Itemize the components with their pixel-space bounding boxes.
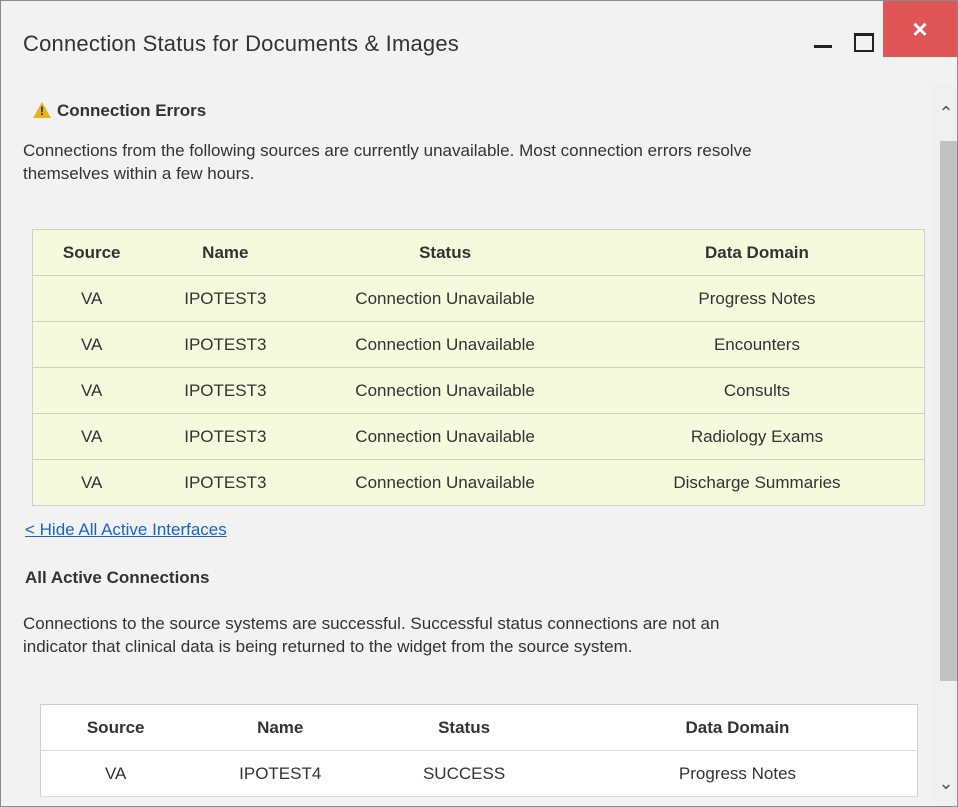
column-header-source: Source — [62, 242, 121, 262]
cell-data-domain: Consults — [723, 380, 791, 400]
table-row: VA IPOTEST3 Connection Unavailable Disch… — [33, 460, 925, 506]
connection-errors-table: Source Name Status Data Domain VA IPOTES… — [32, 229, 925, 506]
column-header-data-domain: Data Domain — [685, 717, 790, 737]
connection-errors-description: Connections from the following sources a… — [23, 139, 752, 185]
table-row: VA IPOTEST4 SUCCESS Progress Notes — [40, 751, 918, 797]
column-header-source: Source — [86, 717, 145, 737]
cell-name: IPOTEST4 — [239, 763, 322, 783]
active-connections-description-line1: Connections to the source systems are su… — [23, 614, 720, 633]
active-connections-description-line2: indicator that clinical data is being re… — [23, 637, 633, 656]
cell-source: VA — [104, 763, 127, 783]
column-header-status: Status — [419, 242, 472, 262]
connection-errors-description-line2: themselves within a few hours. — [23, 164, 255, 183]
close-button[interactable]: × — [883, 1, 957, 57]
active-connections-description: Connections to the source systems are su… — [23, 612, 719, 658]
column-header-name: Name — [202, 242, 249, 262]
cell-data-domain: Discharge Summaries — [673, 472, 841, 492]
cell-data-domain: Radiology Exams — [690, 426, 824, 446]
column-header-data-domain: Data Domain — [704, 242, 809, 262]
cell-name: IPOTEST3 — [184, 334, 267, 354]
column-header-name: Name — [257, 717, 304, 737]
minimize-button[interactable] — [806, 25, 840, 59]
hide-active-interfaces-link[interactable]: < Hide All Active Interfaces — [25, 520, 227, 540]
cell-status: Connection Unavailable — [355, 472, 535, 492]
connection-errors-heading: Connection Errors — [33, 101, 206, 121]
cell-data-domain: Progress Notes — [698, 288, 816, 308]
table-header-row: Source Name Status Data Domain — [32, 230, 925, 276]
table-header-row: Source Name Status Data Domain — [40, 705, 918, 751]
cell-source: VA — [80, 380, 103, 400]
scrollbar-thumb[interactable] — [940, 141, 957, 681]
window-title: Connection Status for Documents & Images — [23, 31, 459, 56]
scroll-up-icon[interactable]: ⌃ — [936, 103, 956, 123]
cell-source: VA — [80, 334, 103, 354]
cell-name: IPOTEST3 — [184, 380, 267, 400]
warning-icon — [33, 102, 51, 118]
cell-status: Connection Unavailable — [355, 288, 535, 308]
table-row: VA IPOTEST3 Connection Unavailable Encou… — [32, 322, 925, 368]
maximize-button[interactable] — [846, 25, 880, 59]
table-row: VA IPOTEST3 Connection Unavailable Progr… — [32, 276, 925, 322]
connection-errors-heading-text: Connection Errors — [57, 101, 207, 120]
cell-name: IPOTEST3 — [184, 288, 267, 308]
column-header-status: Status — [438, 717, 491, 737]
close-icon: × — [912, 13, 928, 44]
connection-status-window: Connection Status for Documents & Images… — [0, 0, 958, 807]
cell-name: IPOTEST3 — [184, 472, 267, 492]
active-connections-table: Source Name Status Data Domain VA IPOTES… — [40, 704, 918, 797]
table-row: VA IPOTEST3 Connection Unavailable Radio… — [32, 414, 925, 460]
cell-status: Connection Unavailable — [355, 426, 535, 446]
cell-source: VA — [80, 472, 103, 492]
connection-errors-description-line1: Connections from the following sources a… — [23, 141, 752, 160]
table-row: VA IPOTEST3 Connection Unavailable Consu… — [32, 368, 925, 414]
cell-source: VA — [80, 426, 103, 446]
title-bar[interactable]: Connection Status for Documents & Images… — [1, 1, 957, 83]
cell-status: Connection Unavailable — [355, 334, 535, 354]
cell-data-domain: Encounters — [713, 334, 800, 354]
cell-name: IPOTEST3 — [184, 426, 267, 446]
cell-data-domain: Progress Notes — [678, 763, 797, 783]
cell-source: VA — [80, 288, 103, 308]
vertical-scrollbar[interactable]: ⌃ ⌄ — [932, 83, 957, 806]
scroll-down-icon[interactable]: ⌄ — [936, 773, 956, 793]
cell-status: SUCCESS — [422, 763, 506, 783]
cell-status: Connection Unavailable — [355, 380, 535, 400]
dialog-content: Connection Errors Connections from the f… — [1, 83, 932, 806]
active-connections-heading: All Active Connections — [25, 568, 210, 587]
